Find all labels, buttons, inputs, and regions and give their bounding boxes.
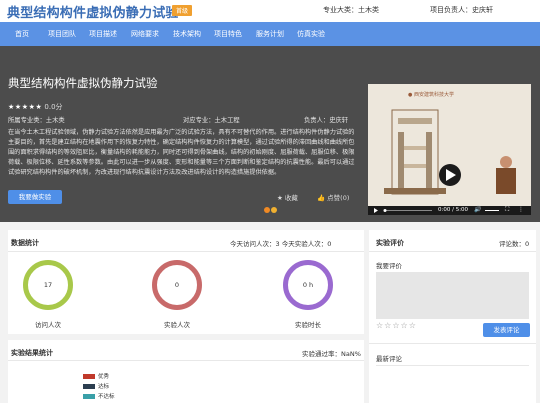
rating-stars-input[interactable]: ☆☆☆☆☆ xyxy=(376,321,417,330)
video-controls: 0:00 / 5:00 🔊 ⛶ ⋮ xyxy=(368,206,531,215)
visit-count-label: 访问人次 xyxy=(35,321,61,329)
star-rating-icon: ★★★★★ xyxy=(8,103,43,111)
top-header: 典型结构构件虚拟伪静力试验 首级 专业大类：土木类 项目负责人：史庆轩 xyxy=(0,0,540,22)
experiment-duration-value: 0 h xyxy=(302,281,314,289)
rating-score: 0.0分 xyxy=(44,103,63,111)
thumb-up-icon: 👍 xyxy=(317,194,326,202)
like-button[interactable]: 👍 点赞(0) xyxy=(317,192,349,202)
experiment-description: 在当今土木工程试验领域，伪静力试验方法依然是应用最为广泛的试验方法，具有不可替代… xyxy=(8,129,355,176)
nav-service[interactable]: 服务计划 xyxy=(256,22,284,46)
major-category: 专业大类：土木类 xyxy=(323,6,379,14)
favorite-label: 收藏 xyxy=(284,194,298,202)
volume-icon[interactable]: 🔊 xyxy=(474,206,481,213)
comment-input[interactable] xyxy=(376,272,529,319)
experiment-title: 典型结构构件虚拟伪静力试验 xyxy=(8,76,158,90)
submit-comment-button[interactable]: 发表评论 xyxy=(483,323,530,337)
leader-info: 负责人：史庆轩 xyxy=(304,117,349,124)
experiment-count-value: 0 xyxy=(174,281,180,289)
project-leader: 项目负责人：史庆轩 xyxy=(430,6,493,14)
legend-fail: 不达标 xyxy=(83,392,115,400)
stats-title: 数据统计 xyxy=(11,239,39,247)
fullscreen-icon[interactable]: ⛶ xyxy=(505,206,509,214)
nav-description[interactable]: 项目描述 xyxy=(89,22,117,46)
legend-pass: 达标 xyxy=(83,382,109,390)
experiment-count-ring: 0 xyxy=(152,260,202,310)
more-options-icon[interactable]: ⋮ xyxy=(518,206,524,213)
target-major: 对应专业：土木工程 xyxy=(183,117,240,124)
data-stats-panel: 数据统计 今天访问人次：3 今天实验人次：0 17 访问人次 0 实验人次 0 … xyxy=(8,230,364,334)
video-time: 0:00 / 5:00 xyxy=(438,207,469,213)
experiment-count-label: 实验人次 xyxy=(164,321,190,329)
results-panel: 实验结果统计 实验通过率：NaN% 优秀 达标 不达标 xyxy=(8,340,364,403)
nav-network[interactable]: 网络要求 xyxy=(131,22,159,46)
results-title: 实验结果统计 xyxy=(11,349,53,357)
my-evaluation-label: 我要评价 xyxy=(376,262,402,270)
evaluation-title: 实验评价 xyxy=(376,239,404,247)
visit-count-ring: 17 xyxy=(23,260,73,310)
site-title: 典型结构构件虚拟伪静力试验 xyxy=(7,6,179,21)
start-experiment-button[interactable]: 我要做实验 xyxy=(8,190,62,204)
legend-excellent: 优秀 xyxy=(83,372,109,380)
video-thumbnail: ● 西安建筑科技大学 xyxy=(368,84,531,206)
volume-slider[interactable] xyxy=(485,210,499,211)
play-icon xyxy=(374,208,378,213)
level-badge: 首级 xyxy=(172,5,193,16)
visit-count-value: 17 xyxy=(43,281,53,289)
pass-rate: 实验通过率：NaN% xyxy=(302,350,361,358)
nav-features[interactable]: 项目特色 xyxy=(214,22,242,46)
experiment-duration-ring: 0 h xyxy=(283,260,333,310)
comment-count: 评论数：0 xyxy=(499,240,530,248)
star-icon: ★ xyxy=(277,194,283,202)
experiment-duration-label: 实验时长 xyxy=(295,321,321,329)
today-stats: 今天访问人次：3 今天实验人次：0 xyxy=(230,240,332,248)
video-player[interactable]: ● 西安建筑科技大学 0:00 / 5:00 🔊 ⛶ ⋮ xyxy=(368,84,531,215)
favorite-button[interactable]: ★ 收藏 xyxy=(277,192,298,202)
carousel-dot-2[interactable] xyxy=(271,207,277,213)
main-nav: 首页 项目团队 项目描述 网络要求 技术架构 项目特色 服务计划 仿真实验 xyxy=(0,22,540,46)
rating: ★★★★★ 0.0分 xyxy=(8,102,63,112)
evaluation-panel: 实验评价 评论数：0 我要评价 ☆☆☆☆☆ 发表评论 最新评论 xyxy=(369,230,536,403)
nav-simulation[interactable]: 仿真实验 xyxy=(297,22,325,46)
carousel-dot-1[interactable] xyxy=(264,207,270,213)
latest-comments-label: 最新评论 xyxy=(376,355,402,363)
video-frame: ● 西安建筑科技大学 xyxy=(368,84,531,206)
carousel-dots xyxy=(264,207,278,215)
belong-major: 所属专业类：土木类 xyxy=(8,117,65,124)
nav-architecture[interactable]: 技术架构 xyxy=(173,22,201,46)
nav-team[interactable]: 项目团队 xyxy=(48,22,76,46)
nav-home[interactable]: 首页 xyxy=(15,22,29,46)
like-label: 点赞(0) xyxy=(327,194,350,202)
hero-section: 典型结构构件虚拟伪静力试验 ★★★★★ 0.0分 所属专业类：土木类 对应专业：土… xyxy=(0,46,540,222)
svg-text:● 西安建筑科技大学: ● 西安建筑科技大学 xyxy=(408,91,454,98)
